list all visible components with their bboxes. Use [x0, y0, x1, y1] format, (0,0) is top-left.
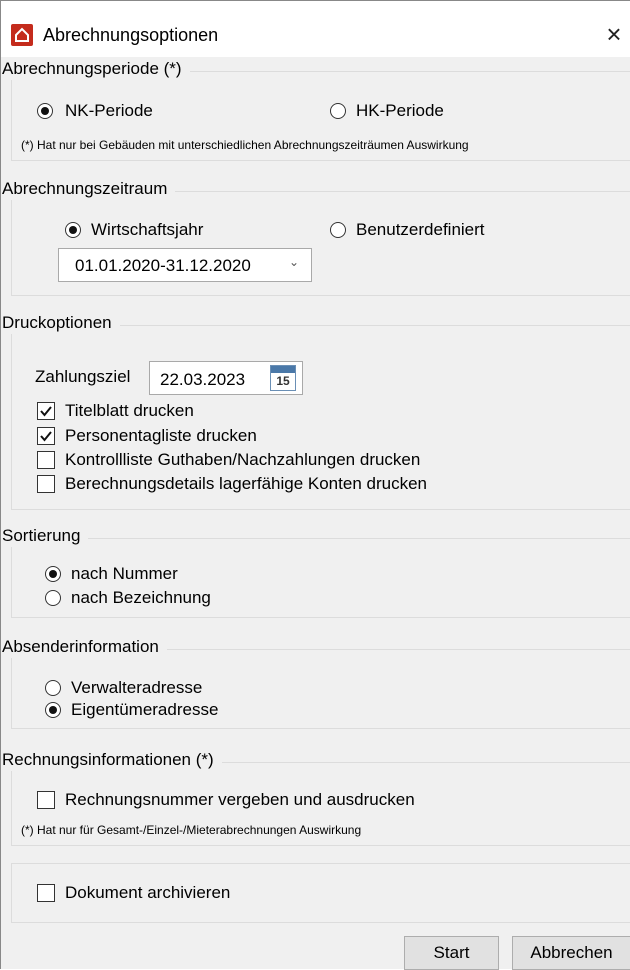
checkmark-icon: [40, 431, 52, 442]
radio-wirtschaftsjahr[interactable]: [65, 222, 81, 238]
check-label-berechnungsdetails: Berechnungsdetails lagerfähige Konten dr…: [65, 474, 427, 493]
radio-label-nach-bezeichnung: nach Bezeichnung: [71, 588, 211, 607]
home-app-icon: [11, 24, 33, 46]
checkbox-personentagliste[interactable]: [37, 427, 55, 445]
zahlungsziel-date-field[interactable]: 22.03.2023 15: [149, 361, 303, 395]
cancel-button[interactable]: Abbrechen: [512, 936, 630, 970]
radio-benutzerdefiniert[interactable]: [330, 222, 346, 238]
radio-label-hk-periode: HK-Periode: [356, 101, 444, 120]
radio-nach-bezeichnung[interactable]: [45, 590, 61, 606]
group-legend: Rechnungsinformationen (*): [2, 749, 222, 771]
group-legend: Druckoptionen: [2, 312, 120, 334]
checkbox-rechnungsnummer[interactable]: [37, 791, 55, 809]
group-legend: Abrechnungszeitraum: [2, 178, 176, 200]
check-label-rechnungsnummer: Rechnungsnummer vergeben und ausdrucken: [65, 790, 415, 809]
check-label-kontrollliste: Kontrollliste Guthaben/Nachzahlungen dru…: [65, 450, 421, 469]
calendar-icon[interactable]: 15: [270, 365, 296, 391]
checkbox-kontrollliste[interactable]: [37, 451, 55, 469]
check-label-archivieren: Dokument archivieren: [65, 883, 231, 902]
check-label-titelblatt: Titelblatt drucken: [65, 401, 194, 420]
radio-label-nk-periode: NK-Periode: [65, 101, 153, 120]
checkbox-titelblatt[interactable]: [37, 402, 55, 420]
radio-nach-nummer[interactable]: [45, 566, 61, 582]
radio-hk-periode[interactable]: [330, 103, 346, 119]
chevron-down-icon: ⌄: [289, 255, 300, 269]
close-icon[interactable]: ×: [597, 17, 630, 51]
calendar-day: 15: [276, 374, 290, 388]
abrechnungsoptionen-dialog: Abrechnungsoptionen × Abrechnungsperiode…: [0, 0, 630, 970]
zahlungsziel-value: 22.03.2023: [160, 370, 246, 389]
group-legend: Sortierung: [2, 525, 89, 547]
note-rechnungsinformationen: (*) Hat nur für Gesamt-/Einzel-/Mieterab…: [21, 823, 362, 837]
checkbox-archivieren[interactable]: [37, 884, 55, 902]
group-legend: Abrechnungsperiode (*): [2, 58, 190, 80]
radio-label-benutzerdefiniert: Benutzerdefiniert: [356, 220, 485, 239]
period-select[interactable]: 01.01.2020-31.12.2020 ⌄: [58, 248, 312, 282]
zahlungsziel-label: Zahlungsziel: [35, 367, 131, 386]
checkmark-icon: [40, 406, 52, 417]
group-legend: Absenderinformation: [2, 636, 167, 658]
checkbox-berechnungsdetails[interactable]: [37, 475, 55, 493]
radio-eigentuemeradresse[interactable]: [45, 702, 61, 718]
radio-label-verwalteradresse: Verwalteradresse: [71, 678, 203, 697]
radio-verwalteradresse[interactable]: [45, 680, 61, 696]
radio-nk-periode[interactable]: [37, 103, 53, 119]
period-select-value: 01.01.2020-31.12.2020: [75, 256, 251, 275]
window-title: Abrechnungsoptionen: [43, 25, 219, 45]
radio-label-nach-nummer: nach Nummer: [71, 564, 178, 583]
start-button[interactable]: Start: [404, 936, 499, 970]
check-label-personentagliste: Personentagliste drucken: [65, 426, 257, 445]
radio-label-wirtschaftsjahr: Wirtschaftsjahr: [91, 220, 204, 239]
title-bar: Abrechnungsoptionen ×: [1, 1, 630, 57]
note-abrechnungsperiode: (*) Hat nur bei Gebäuden mit unterschied…: [21, 138, 469, 152]
radio-label-eigentuemeradresse: Eigentümeradresse: [71, 700, 219, 719]
